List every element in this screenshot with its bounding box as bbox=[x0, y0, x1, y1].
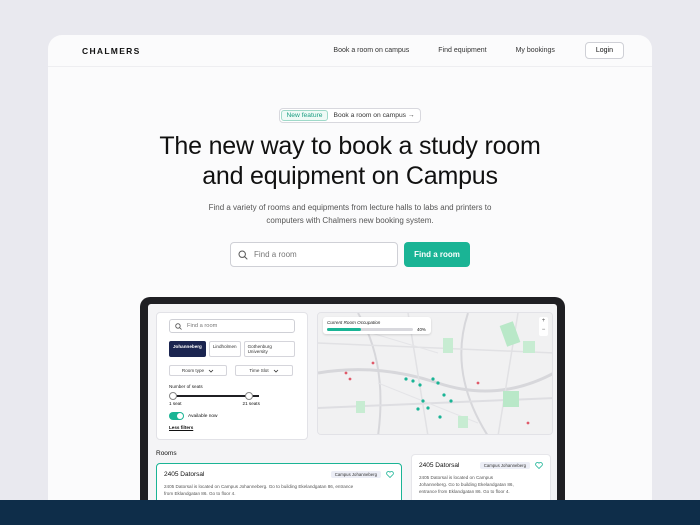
search-icon bbox=[238, 249, 248, 260]
occupancy-value: 40% bbox=[417, 327, 426, 332]
nav-link-book-room[interactable]: Book a room on campus bbox=[333, 47, 409, 54]
search-icon bbox=[175, 322, 182, 330]
occupancy-card: Current Room Occupation 40% bbox=[323, 317, 431, 334]
nav-link-find-equipment[interactable]: Find equipment bbox=[438, 47, 486, 54]
chip-lindholmen[interactable]: Lindholmen bbox=[208, 341, 241, 357]
hero-subtitle-line1: Find a variety of rooms and equipments f… bbox=[208, 203, 492, 212]
seats-min-label: 1 seat bbox=[169, 401, 182, 406]
chip-johanneberg[interactable]: Johanneberg bbox=[169, 341, 206, 357]
footer-band bbox=[0, 500, 700, 525]
seats-range-labels: 1 seat 21 seats bbox=[169, 401, 295, 406]
room-type-label: Room type bbox=[181, 368, 205, 373]
logo[interactable]: CHALMERS bbox=[82, 46, 141, 56]
hero-search-row: Find a room Find a room bbox=[48, 242, 652, 267]
room-desc-line: entrance from Eklandgatan 86. Go to floo… bbox=[419, 489, 510, 494]
available-now-label: Available now bbox=[188, 413, 218, 419]
campus-tag: Campus Johanneberg bbox=[330, 471, 381, 478]
hero-search-input[interactable]: Find a room bbox=[230, 242, 398, 267]
time-slot-select[interactable]: Time Slot bbox=[235, 365, 293, 376]
nav-link-my-bookings[interactable]: My bookings bbox=[516, 47, 555, 54]
zoom-out-button[interactable]: − bbox=[539, 326, 548, 335]
seats-label: Number of seats bbox=[169, 384, 203, 389]
hero-title-line1: The new way to book a study room bbox=[159, 132, 541, 160]
hero-subtitle-line2: computers with Chalmers new booking syst… bbox=[266, 215, 434, 225]
hero-title: The new way to book a study room and equ… bbox=[48, 131, 652, 191]
room-description: 2405 Datorsal is located on Campus Johan… bbox=[164, 483, 394, 497]
seats-slider[interactable] bbox=[169, 392, 295, 400]
occupancy-title: Current Room Occupation bbox=[327, 320, 381, 325]
heart-icon[interactable] bbox=[535, 462, 543, 469]
app-search-input[interactable]: Find a room bbox=[169, 319, 295, 333]
room-desc-line: 2405 Datorsal is located on Campus Johan… bbox=[164, 484, 354, 489]
campus-map[interactable]: Current Room Occupation 40% + − bbox=[317, 312, 553, 435]
campus-chips: Johanneberg Lindholmen Gothenburg Univer… bbox=[169, 341, 295, 357]
app-screen: Find a room Johanneberg Lindholmen Gothe… bbox=[148, 304, 557, 525]
nav-links: Book a room on campus Find equipment My … bbox=[304, 42, 624, 59]
occupancy-fill bbox=[327, 328, 362, 331]
slider-max-thumb[interactable] bbox=[245, 392, 253, 400]
available-now-toggle[interactable] bbox=[169, 412, 184, 420]
rooms-heading: Rooms bbox=[156, 450, 177, 457]
room-name: 2405 Datorsal bbox=[419, 462, 460, 469]
room-desc-line: 2405 Datorsal is located on Campus bbox=[419, 475, 494, 480]
feature-badge[interactable]: New feature Book a room on campus → bbox=[279, 108, 421, 123]
less-filters-link[interactable]: Less filters bbox=[169, 425, 295, 430]
chevron-down-icon bbox=[273, 369, 278, 373]
chevron-down-icon bbox=[208, 369, 214, 373]
map-zoom-controls: + − bbox=[539, 317, 548, 336]
feature-badge-link: Book a room on campus → bbox=[333, 112, 415, 119]
page-card: CHALMERS Book a room on campus Find equi… bbox=[48, 35, 652, 525]
app-search-placeholder: Find a room bbox=[187, 323, 218, 329]
hero-title-line2: and equipment on Campus bbox=[202, 162, 498, 190]
new-feature-tag: New feature bbox=[281, 110, 328, 121]
chip-gothenburg-university[interactable]: Gothenburg University bbox=[243, 341, 295, 357]
room-name: 2405 Datorsal bbox=[164, 471, 205, 478]
filter-panel: Find a room Johanneberg Lindholmen Gothe… bbox=[156, 312, 308, 440]
time-slot-label: Time Slot bbox=[249, 368, 269, 373]
laptop-mockup: Find a room Johanneberg Lindholmen Gothe… bbox=[140, 297, 565, 525]
room-desc-line: Johanneberg. Go to building Ekelandgatan… bbox=[419, 482, 514, 487]
top-nav: CHALMERS Book a room on campus Find equi… bbox=[48, 35, 652, 67]
find-room-button[interactable]: Find a room bbox=[404, 242, 470, 267]
room-desc-line: from Eklandgatan 86. Go to floor 4. bbox=[164, 491, 236, 496]
hero-subtitle: Find a variety of rooms and equipments f… bbox=[48, 202, 652, 227]
room-description: 2405 Datorsal is located on Campus Johan… bbox=[419, 474, 543, 495]
room-type-select[interactable]: Room type bbox=[169, 365, 227, 376]
heart-icon[interactable] bbox=[386, 471, 394, 478]
login-button[interactable]: Login bbox=[584, 42, 624, 59]
slider-min-thumb[interactable] bbox=[169, 392, 177, 400]
seats-max-label: 21 seats bbox=[242, 401, 260, 406]
occupancy-bar bbox=[327, 328, 413, 331]
hero-search-placeholder: Find a room bbox=[254, 250, 297, 259]
zoom-in-button[interactable]: + bbox=[539, 317, 548, 326]
campus-tag: Campus Johanneberg bbox=[479, 462, 530, 469]
